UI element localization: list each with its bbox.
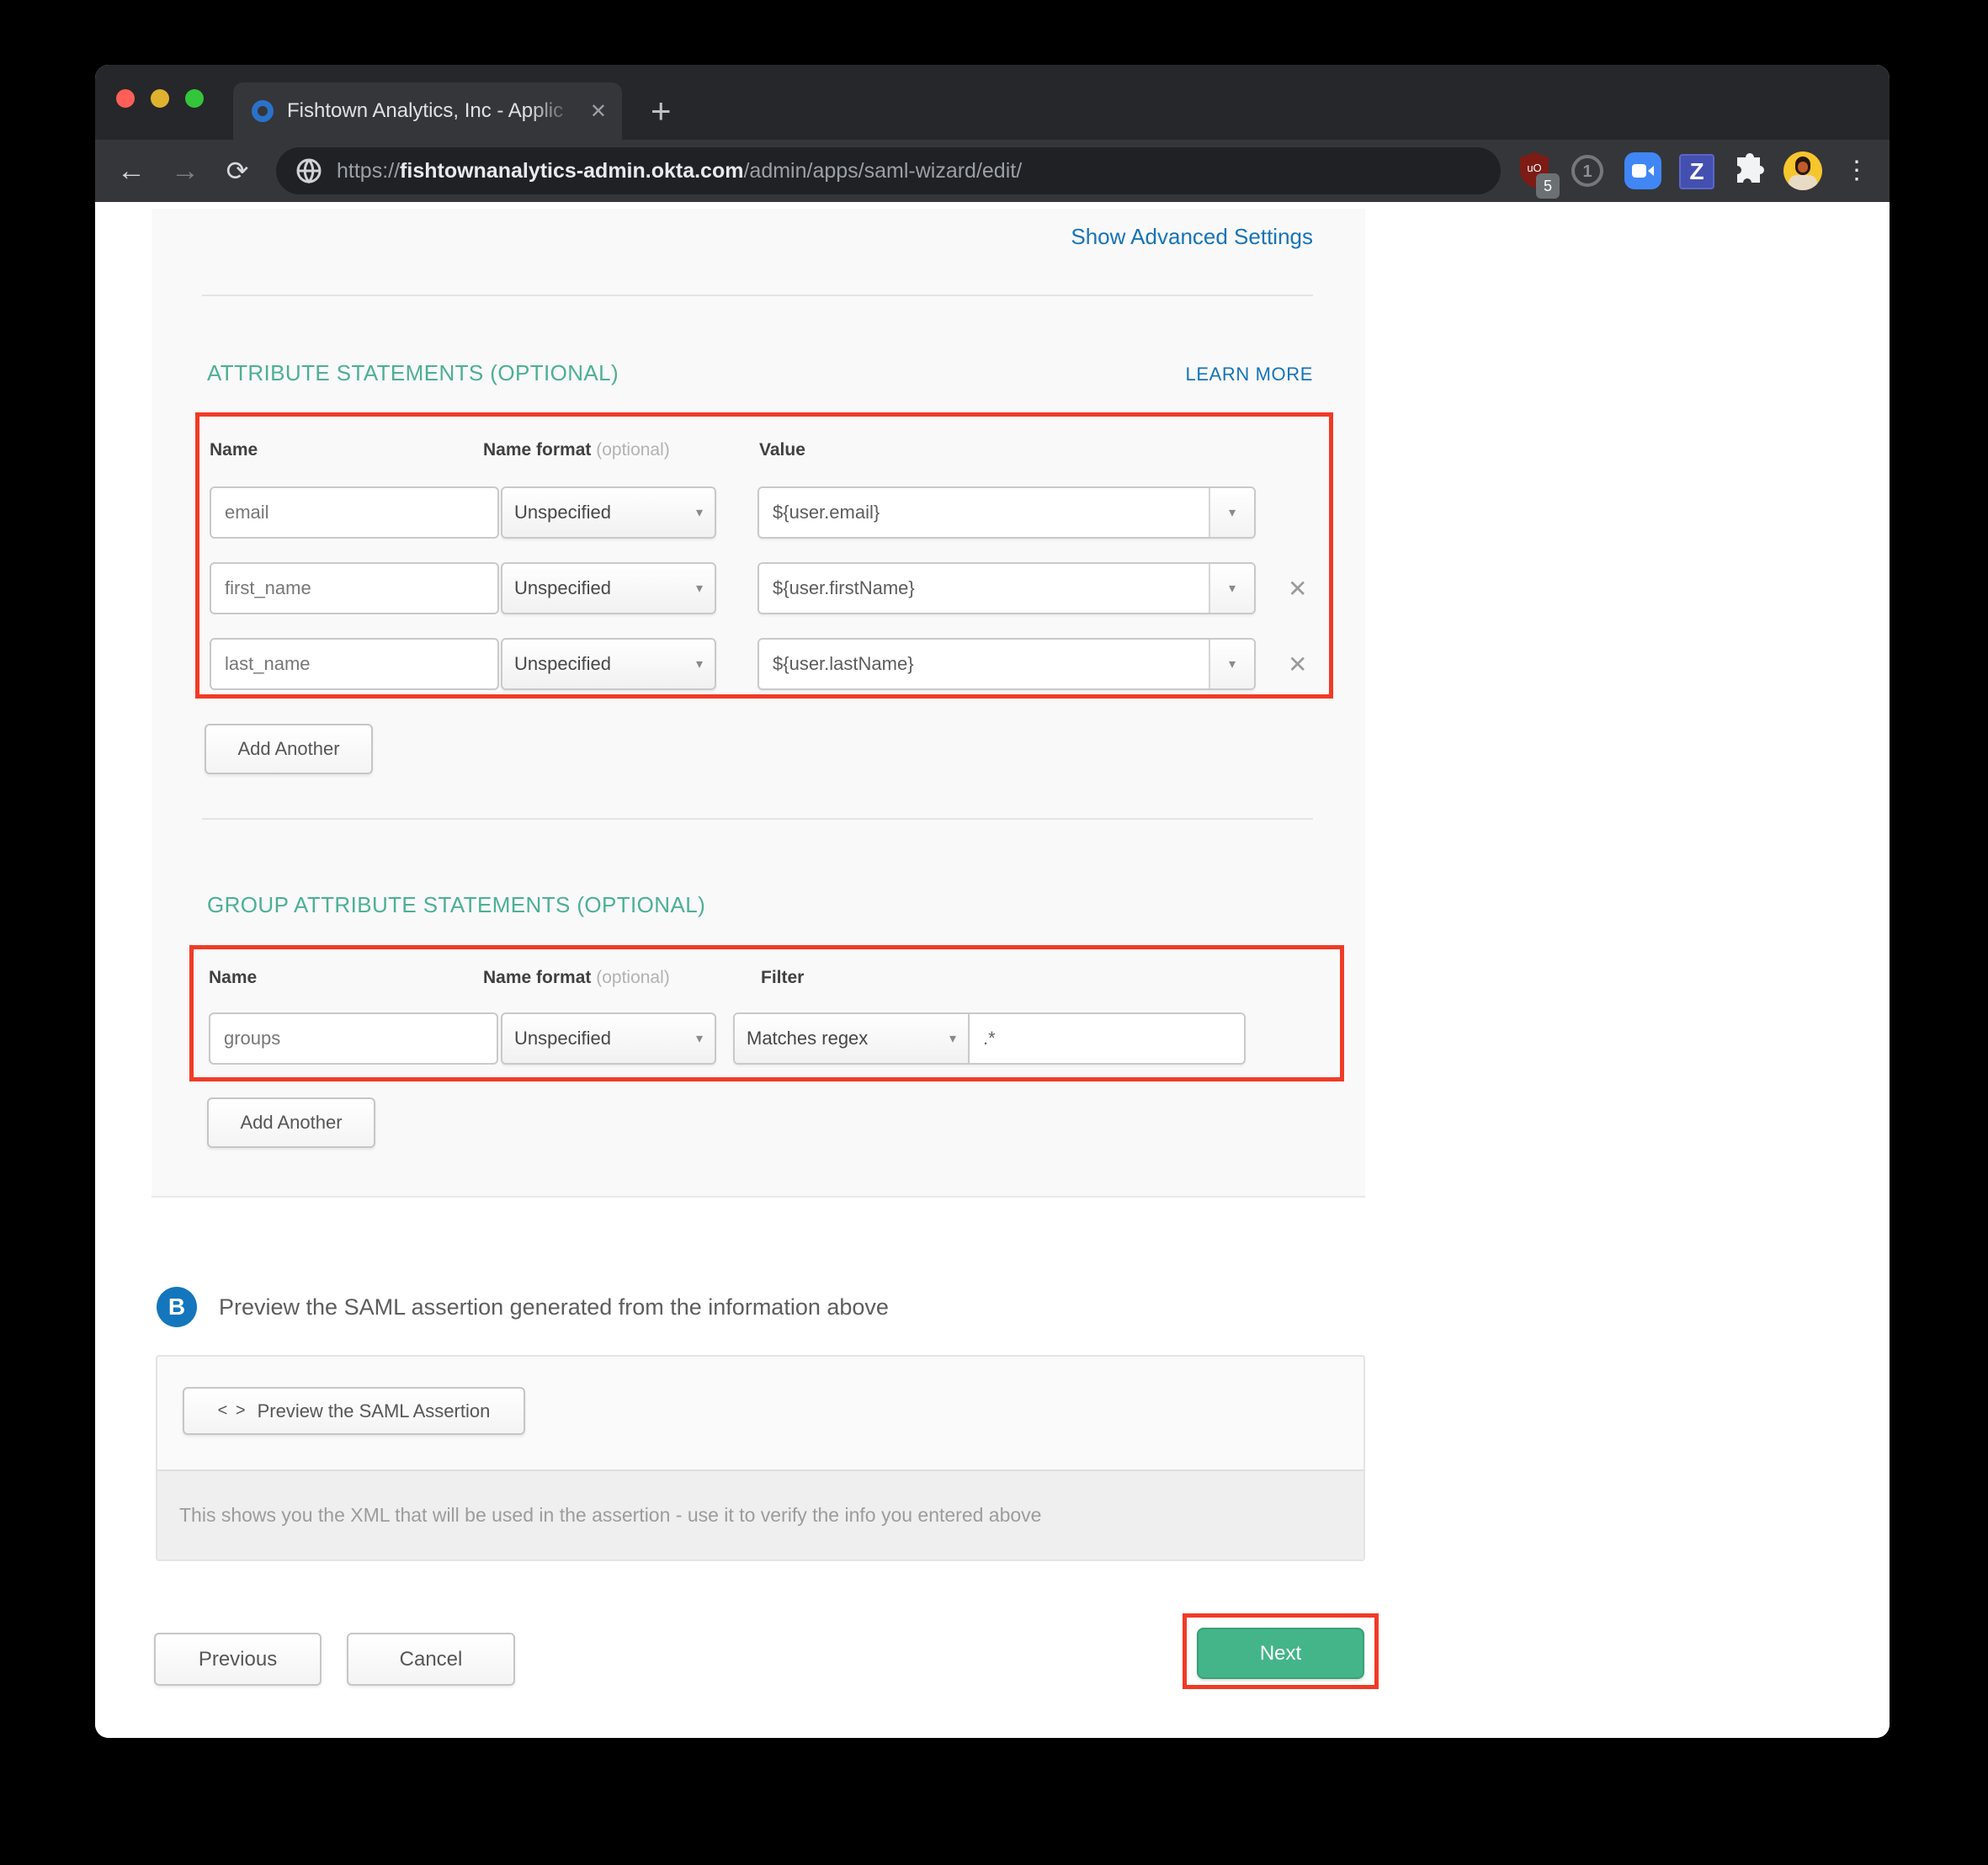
new-tab-button[interactable]: + — [651, 93, 672, 129]
attribute-value-input[interactable] — [759, 564, 1209, 613]
password-extension-icon[interactable]: 1 — [1571, 155, 1603, 187]
page-content: Show Advanced Settings ATTRIBUTE STATEME… — [95, 202, 1890, 1738]
name-format-select[interactable]: Unspecified ▾ — [501, 562, 716, 614]
minimize-window-button[interactable] — [151, 89, 169, 108]
previous-button[interactable]: Previous — [154, 1633, 322, 1686]
select-value: Matches regex — [747, 1028, 941, 1049]
chevron-down-icon: ▾ — [1229, 580, 1236, 597]
url-path: /admin/apps/saml-wizard/edit/ — [743, 159, 1022, 183]
globe-icon — [296, 158, 322, 183]
column-header-name-format: Name format (optional) — [483, 440, 670, 460]
browser-toolbar: ← → ⟳ https://fishtownanalytics-admin.ok… — [95, 140, 1890, 202]
value-dropdown-button[interactable]: ▾ — [1209, 564, 1254, 613]
name-format-select[interactable]: Unspecified ▾ — [501, 638, 716, 690]
url-domain: fishtownanalytics-admin.okta.com — [400, 159, 743, 183]
optional-note: (optional) — [596, 440, 670, 460]
maximize-window-button[interactable] — [185, 89, 204, 108]
attribute-value-input[interactable] — [759, 640, 1209, 688]
tab-title: Fishtown Analytics, Inc - Applic — [287, 99, 582, 123]
preview-button-label: Preview the SAML Assertion — [258, 1400, 491, 1422]
code-icon: < > — [218, 1401, 247, 1421]
attribute-name-input[interactable] — [210, 638, 499, 690]
group-name-format-select[interactable]: Unspecified ▾ — [501, 1012, 716, 1065]
chevron-down-icon: ▾ — [696, 656, 703, 672]
attribute-value-combo: ▾ — [757, 486, 1256, 539]
attribute-value-input[interactable] — [759, 488, 1209, 537]
select-value: Unspecified — [514, 577, 688, 599]
column-header-name: Name — [210, 440, 258, 460]
attribute-statements-highlight-box: Name Name format (optional) Value Unspec… — [195, 412, 1333, 699]
extensions-puzzle-icon[interactable] — [1731, 152, 1768, 189]
url-scheme: https:// — [337, 159, 400, 183]
name-format-select[interactable]: Unspecified ▾ — [501, 486, 716, 539]
zoom-extension-icon[interactable] — [1624, 152, 1661, 189]
filter-type-select[interactable]: Matches regex ▾ — [735, 1014, 970, 1063]
group-filter-group: Matches regex ▾ — [733, 1012, 1246, 1065]
browser-window: Fishtown Analytics, Inc - Applic ✕ + ← →… — [95, 65, 1890, 1738]
forward-icon[interactable]: → — [167, 152, 204, 189]
close-tab-icon[interactable]: ✕ — [590, 99, 607, 124]
reload-icon[interactable]: ⟳ — [219, 152, 256, 189]
add-another-button[interactable]: Add Another — [207, 1097, 375, 1148]
saml-settings-panel: Show Advanced Settings ATTRIBUTE STATEME… — [151, 209, 1365, 1198]
next-button-highlight-box: Next — [1183, 1613, 1379, 1689]
attribute-statements-title: ATTRIBUTE STATEMENTS (OPTIONAL) — [207, 360, 619, 386]
value-dropdown-button[interactable]: ▾ — [1209, 640, 1254, 688]
chevron-down-icon: ▾ — [949, 1030, 956, 1047]
remove-row-icon[interactable]: ✕ — [1288, 651, 1307, 678]
ublock-badge: 5 — [1536, 173, 1560, 199]
show-advanced-settings-link[interactable]: Show Advanced Settings — [1071, 224, 1313, 250]
group-attribute-highlight-box: Name Name format (optional) Filter Unspe… — [189, 945, 1344, 1081]
chevron-down-icon: ▾ — [1229, 656, 1236, 672]
back-icon[interactable]: ← — [113, 152, 150, 189]
chevron-down-icon: ▾ — [1229, 504, 1236, 521]
avatar-shirt — [1789, 175, 1817, 190]
cancel-button[interactable]: Cancel — [347, 1633, 515, 1686]
browser-tab[interactable]: Fishtown Analytics, Inc - Applic ✕ — [233, 82, 622, 140]
attribute-value-combo: ▾ — [757, 562, 1256, 614]
svg-text:uO: uO — [1527, 162, 1541, 174]
chevron-down-icon: ▾ — [696, 580, 703, 597]
divider — [202, 818, 1313, 820]
attribute-name-input[interactable] — [210, 486, 499, 539]
address-bar[interactable]: https://fishtownanalytics-admin.okta.com… — [276, 147, 1501, 194]
okta-favicon-icon — [252, 100, 274, 122]
profile-avatar[interactable] — [1783, 151, 1822, 190]
filter-value-input[interactable] — [970, 1014, 1244, 1063]
zotero-extension-icon[interactable]: Z — [1679, 154, 1714, 189]
column-header-value: Value — [759, 440, 805, 460]
remove-row-icon[interactable]: ✕ — [1288, 575, 1307, 603]
learn-more-link[interactable]: LEARN MORE — [1186, 364, 1313, 385]
attribute-value-combo: ▾ — [757, 638, 1256, 690]
add-another-button[interactable]: Add Another — [205, 724, 373, 774]
group-name-input[interactable] — [209, 1012, 498, 1065]
step-b-badge: B — [157, 1287, 197, 1327]
value-dropdown-button[interactable]: ▾ — [1209, 488, 1254, 537]
group-attribute-statements-title: GROUP ATTRIBUTE STATEMENTS (OPTIONAL) — [207, 892, 705, 918]
chevron-down-icon: ▾ — [696, 1030, 703, 1047]
select-value: Unspecified — [514, 502, 688, 523]
preview-help-text: This shows you the XML that will be used… — [157, 1469, 1363, 1559]
column-header-name-format: Name format (optional) — [483, 968, 670, 988]
column-header-name: Name — [209, 968, 257, 988]
next-button[interactable]: Next — [1197, 1628, 1364, 1679]
attribute-name-input[interactable] — [210, 562, 499, 614]
step-b-heading: Preview the SAML assertion generated fro… — [219, 1294, 889, 1320]
select-value: Unspecified — [514, 653, 688, 675]
url-text: https://fishtownanalytics-admin.okta.com… — [337, 159, 1022, 183]
avatar-face — [1798, 162, 1808, 173]
chevron-down-icon: ▾ — [696, 504, 703, 521]
divider — [202, 295, 1313, 296]
optional-note: (optional) — [596, 968, 670, 987]
preview-assertion-panel: < > Preview the SAML Assertion This show… — [156, 1355, 1365, 1561]
titlebar: Fishtown Analytics, Inc - Applic ✕ + — [95, 65, 1890, 140]
column-header-filter: Filter — [761, 968, 804, 988]
preview-saml-assertion-button[interactable]: < > Preview the SAML Assertion — [183, 1387, 525, 1435]
select-value: Unspecified — [514, 1028, 688, 1049]
close-window-button[interactable] — [116, 89, 135, 108]
